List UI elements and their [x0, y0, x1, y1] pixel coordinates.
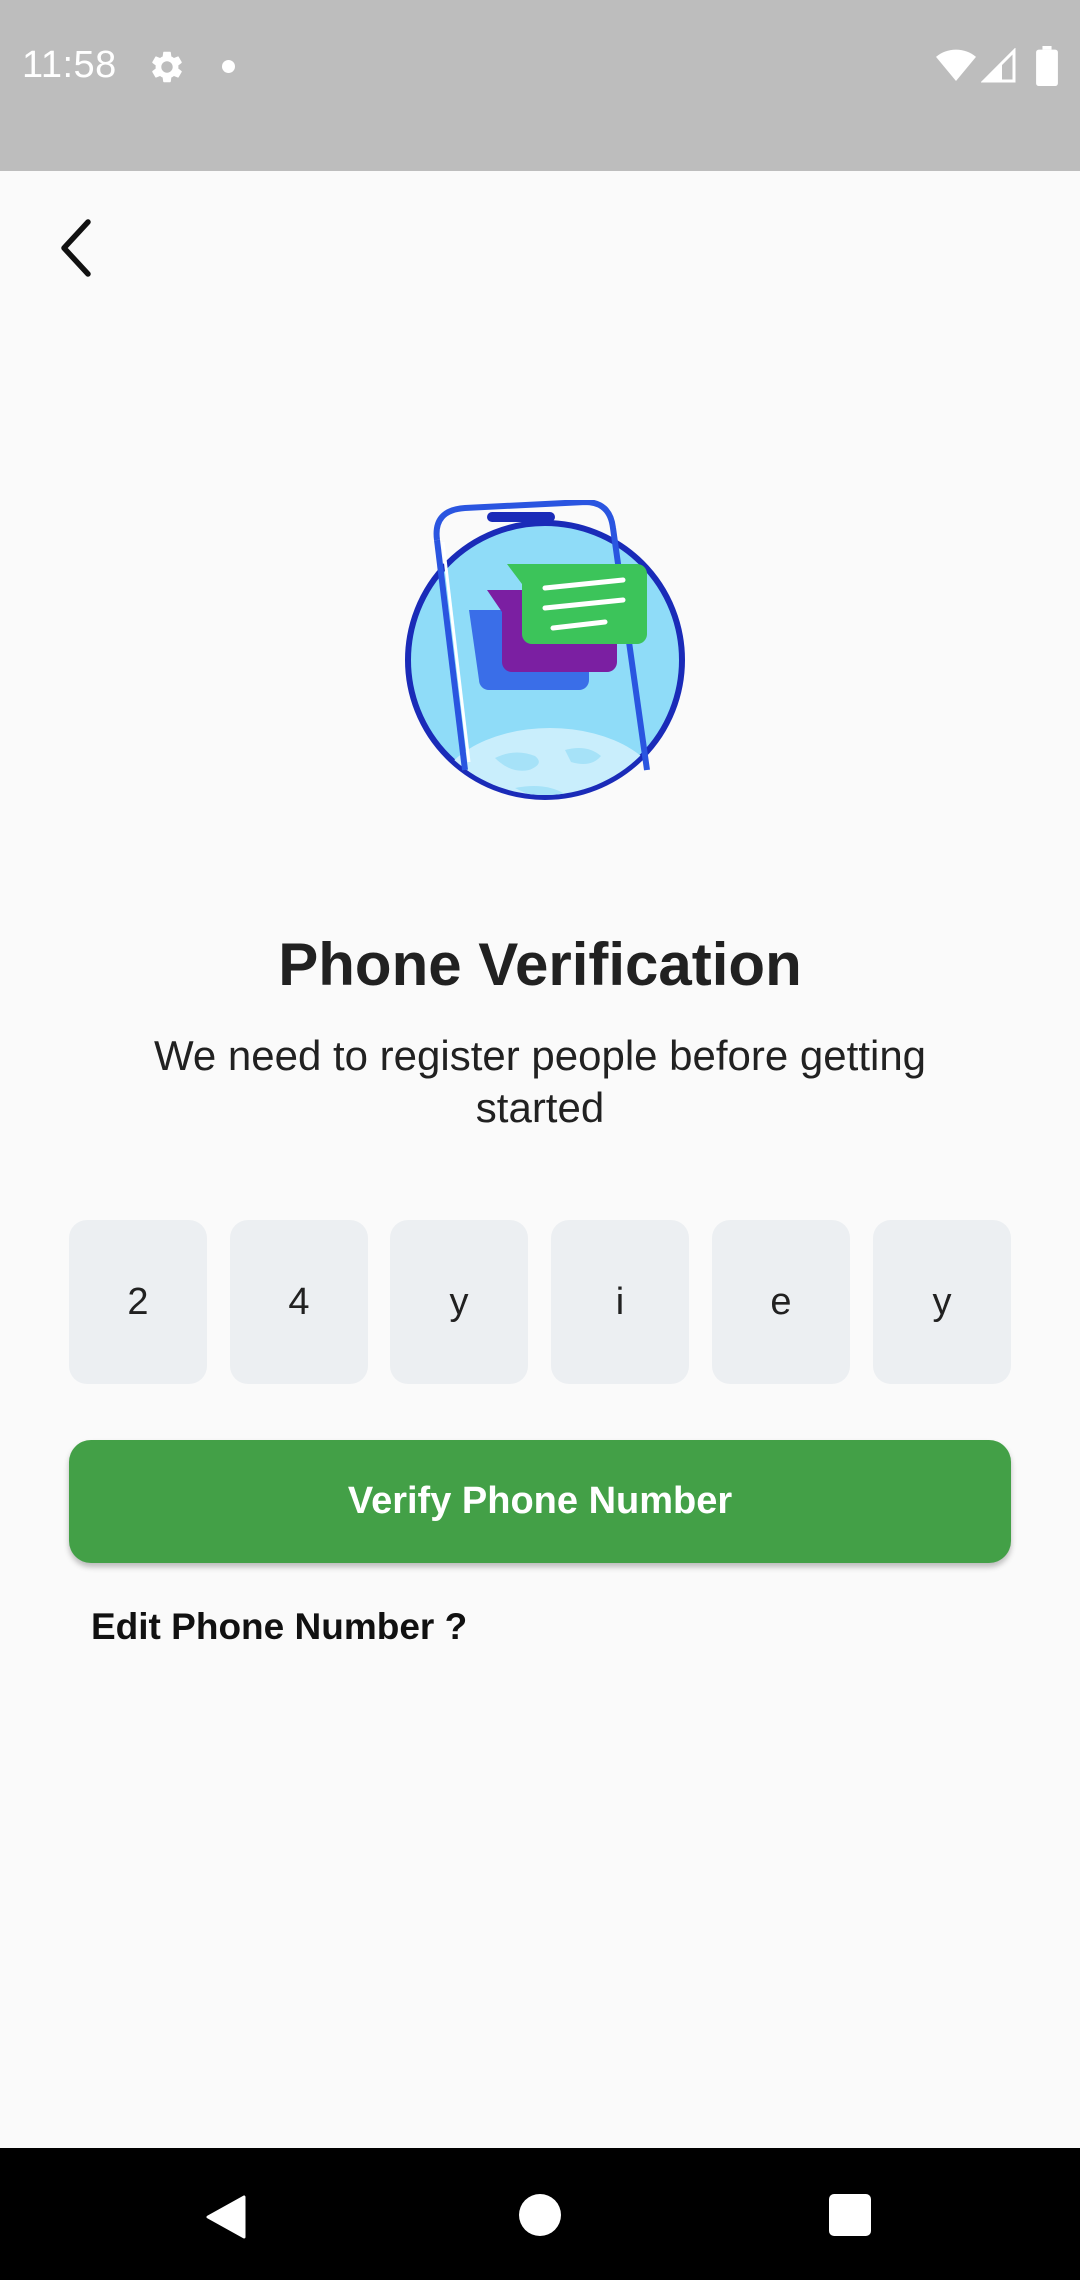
otp-digit-1[interactable]: 2	[69, 1220, 207, 1384]
back-triangle-icon[interactable]	[200, 2192, 250, 2242]
phone-chat-globe-illustration	[405, 500, 685, 800]
page-subtitle: We need to register people before gettin…	[153, 1032, 927, 1131]
status-time: 11:58	[22, 44, 117, 86]
back-button[interactable]	[40, 206, 112, 290]
chevron-left-icon	[61, 219, 91, 277]
page-title: Phone Verification	[278, 931, 802, 998]
otp-input-row: 2 4 y i e y	[69, 1220, 1011, 1384]
verify-phone-button-label: Verify Phone Number	[347, 1480, 733, 1522]
verify-phone-button[interactable]: Verify Phone Number	[69, 1440, 1011, 1563]
home-circle-icon[interactable]	[519, 2194, 561, 2236]
otp-digit-3[interactable]: y	[390, 1220, 528, 1384]
gear-icon	[152, 51, 182, 83]
signal-icon	[981, 48, 1016, 83]
recents-square-icon[interactable]	[829, 2194, 871, 2236]
otp-digit-5[interactable]: e	[712, 1220, 850, 1384]
wifi-icon	[936, 49, 976, 81]
otp-digit-2[interactable]: 4	[230, 1220, 368, 1384]
battery-icon	[1036, 46, 1058, 86]
status-bar: 11:58	[0, 0, 1080, 171]
otp-digit-4[interactable]: i	[551, 1220, 689, 1384]
edit-phone-link[interactable]: Edit Phone Number ?	[91, 1606, 467, 1648]
otp-digit-6[interactable]: y	[873, 1220, 1011, 1384]
notification-dot-icon	[222, 60, 235, 73]
system-nav-bar	[0, 2148, 1080, 2280]
